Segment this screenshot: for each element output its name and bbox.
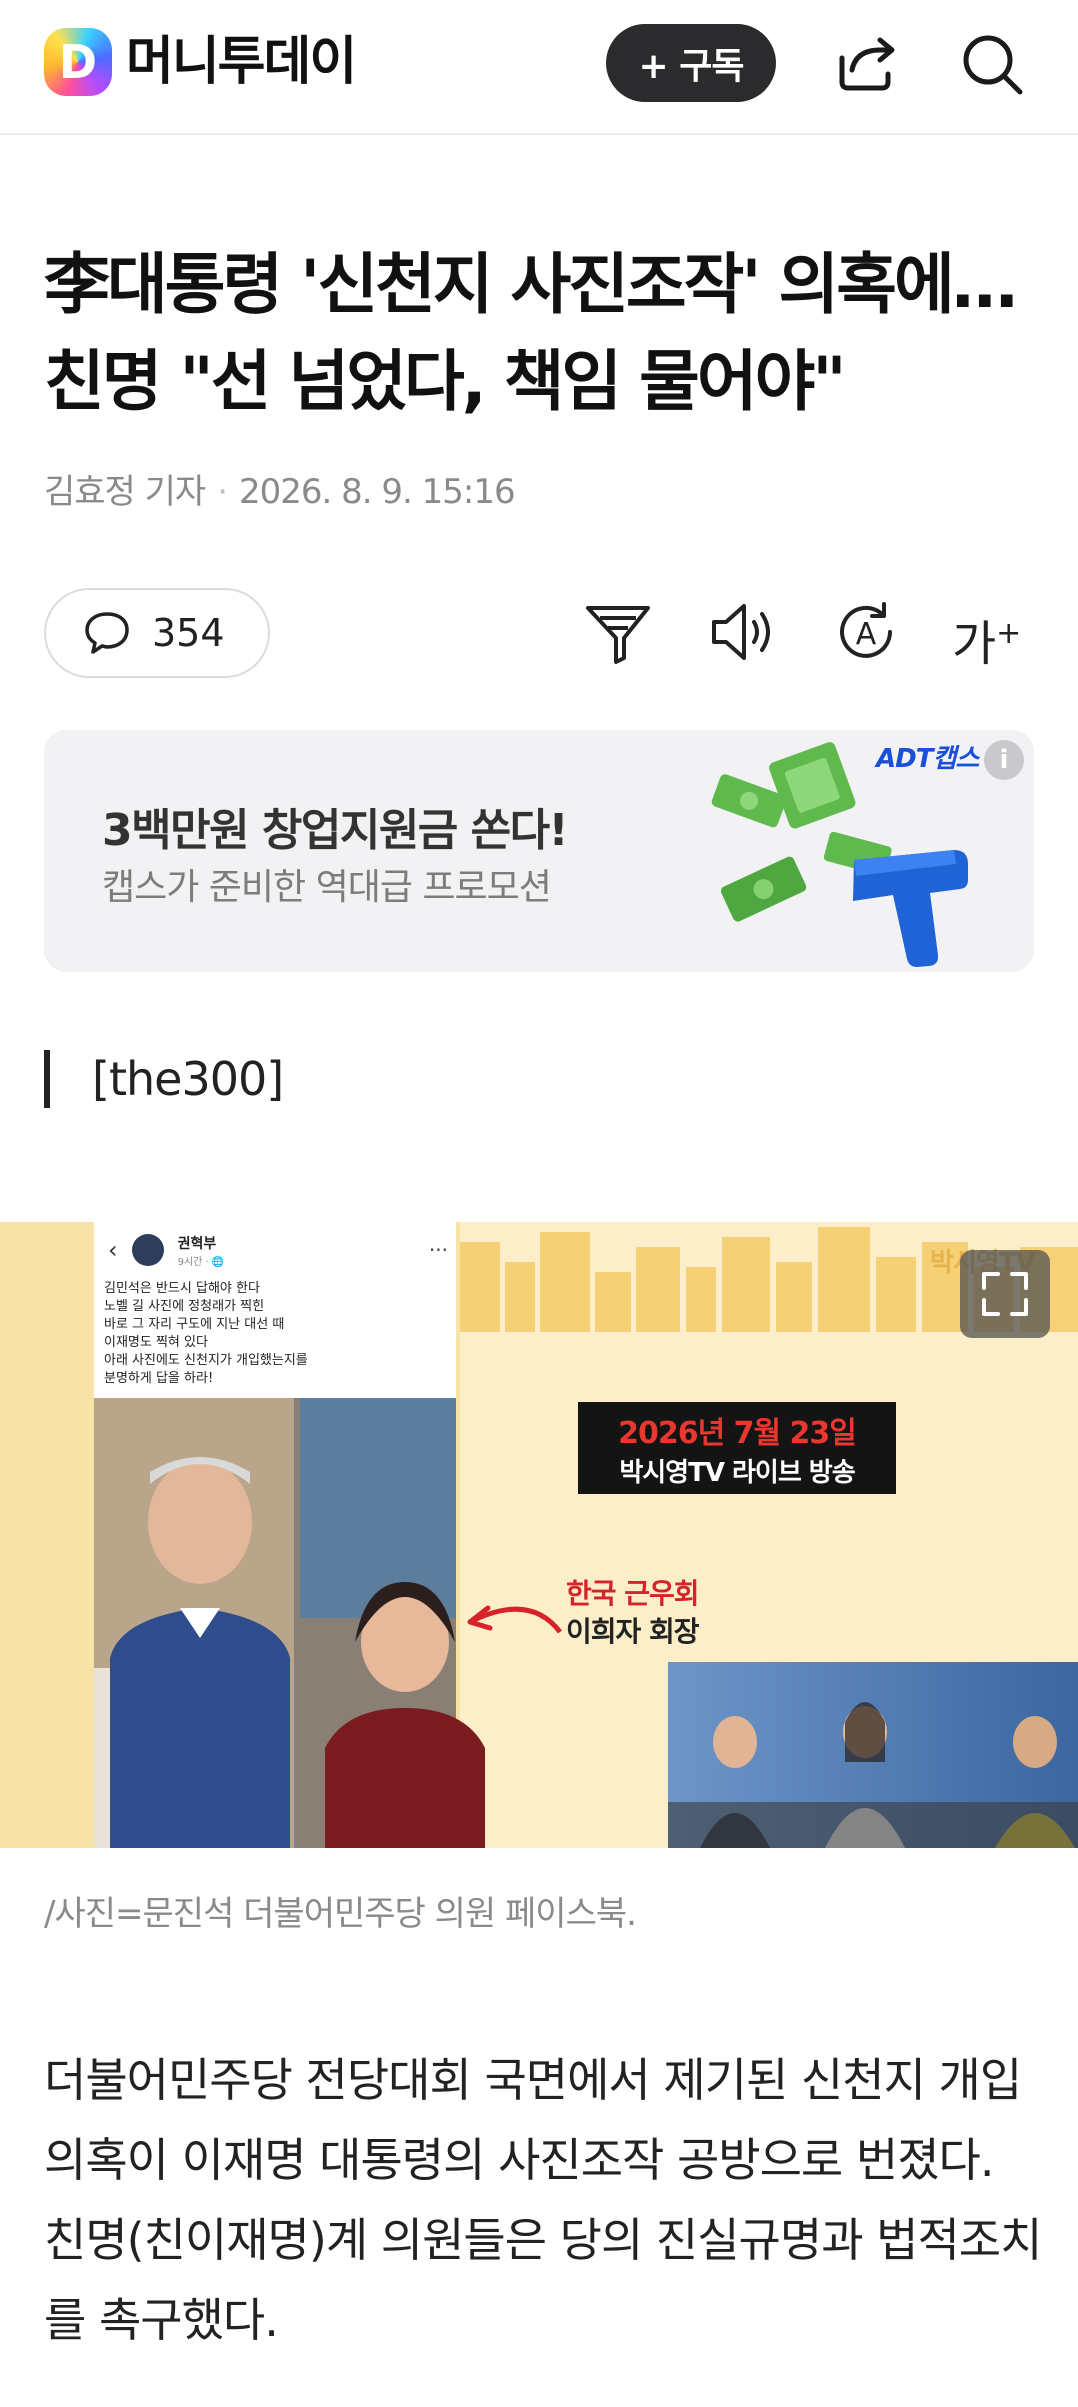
comment-count: 354 bbox=[152, 611, 225, 655]
section-bar bbox=[44, 1050, 50, 1108]
publish-date: 2026. 8. 9. 15:16 bbox=[239, 472, 516, 512]
svg-text:A: A bbox=[856, 617, 877, 652]
logo-letter: D bbox=[58, 35, 98, 89]
article-photo[interactable]: ‹ 권혁부 9시간 · 🌐 ··· 김민석은 반드시 답해야 한다 노벨 길 사… bbox=[0, 1222, 1078, 1848]
comments-button[interactable]: 354 bbox=[44, 588, 270, 678]
ad-title: 3백만원 창업지원금 쏜다! bbox=[102, 805, 569, 856]
more-icon: ··· bbox=[428, 1238, 448, 1262]
translate-icon[interactable]: A bbox=[828, 594, 904, 670]
broadcast-date: 2026년 7월 23일 bbox=[618, 1415, 857, 1451]
article-paragraph: 더불어민주당 전당대회 국면에서 제기된 신천지 개입 의혹이 이재명 대통령의… bbox=[44, 2053, 1042, 2347]
fullscreen-icon bbox=[982, 1272, 1028, 1316]
top-header: D 머니투데이 + 구독 bbox=[0, 0, 1078, 135]
font-size-label: 가 bbox=[952, 616, 997, 672]
back-chevron-icon: ‹ bbox=[108, 1236, 118, 1264]
ad-brand: ADT캡스 bbox=[876, 744, 979, 774]
post-text: 김민석은 반드시 답해야 한다 노벨 길 사진에 정청래가 찍힌 바로 그 자리… bbox=[104, 1280, 444, 1388]
broadcast-title: 박시영TV 라이브 방송 bbox=[619, 1457, 855, 1488]
brand-logo-icon[interactable]: D bbox=[44, 28, 112, 96]
author-name[interactable]: 김효정 기자 bbox=[44, 472, 206, 512]
post-author: 권혁부 bbox=[177, 1235, 217, 1252]
post-line: 이재명도 찍혀 있다 bbox=[104, 1335, 208, 1350]
expand-photo-button[interactable] bbox=[960, 1250, 1050, 1338]
subscribe-button[interactable]: + 구독 bbox=[606, 24, 776, 102]
article-title: 李대통령 '신천지 사진조작' 의혹에…친명 "선 넘었다, 책임 물어야" bbox=[44, 246, 1018, 420]
post-line: 노벨 길 사진에 정청래가 찍힌 bbox=[104, 1299, 265, 1314]
speaker-icon[interactable] bbox=[704, 594, 780, 670]
post-avatar bbox=[131, 1234, 164, 1266]
byline: 김효정 기자 · 2026. 8. 9. 15:16 bbox=[44, 470, 516, 514]
photo-caption: /사진=문진석 더불어민주당 의원 페이스북. bbox=[44, 1894, 637, 1934]
ad-info-icon[interactable]: i bbox=[984, 740, 1024, 780]
ad-subtitle: 캡스가 준비한 역대급 프로모션 bbox=[102, 867, 552, 908]
broadcast-banner: 2026년 7월 23일 박시영TV 라이브 방송 bbox=[578, 1402, 896, 1494]
section-tag: [the300] bbox=[92, 1052, 284, 1106]
ad-banner[interactable]: 3백만원 창업지원금 쏜다! 캡스가 준비한 역대급 프로모션 ADT캡스 i bbox=[44, 730, 1034, 972]
annotation-org: 한국 근우회 bbox=[566, 1577, 700, 1610]
comment-icon bbox=[85, 612, 129, 654]
annotation-name: 이희자 회장 bbox=[566, 1615, 700, 1648]
post-time: 9시간 · 🌐 bbox=[177, 1256, 225, 1268]
byline-separator: · bbox=[217, 472, 228, 512]
post-line: 분명하게 답을 하라! bbox=[104, 1371, 214, 1386]
post-line: 김민석은 반드시 답해야 한다 bbox=[104, 1281, 260, 1296]
filter-icon[interactable] bbox=[580, 594, 656, 670]
plus-icon: + bbox=[996, 616, 1022, 651]
search-icon[interactable] bbox=[956, 28, 1028, 100]
post-line: 바로 그 자리 구도에 지난 대선 때 bbox=[104, 1317, 285, 1332]
brand-name[interactable]: 머니투데이 bbox=[126, 30, 357, 94]
post-line: 아래 사진에도 신천지가 개입했는지를 bbox=[104, 1353, 308, 1368]
share-icon[interactable] bbox=[830, 28, 902, 100]
post-header: ‹ 권혁부 9시간 · 🌐 ··· bbox=[108, 1230, 448, 1270]
font-size-button[interactable]: 가+ bbox=[952, 596, 1028, 672]
